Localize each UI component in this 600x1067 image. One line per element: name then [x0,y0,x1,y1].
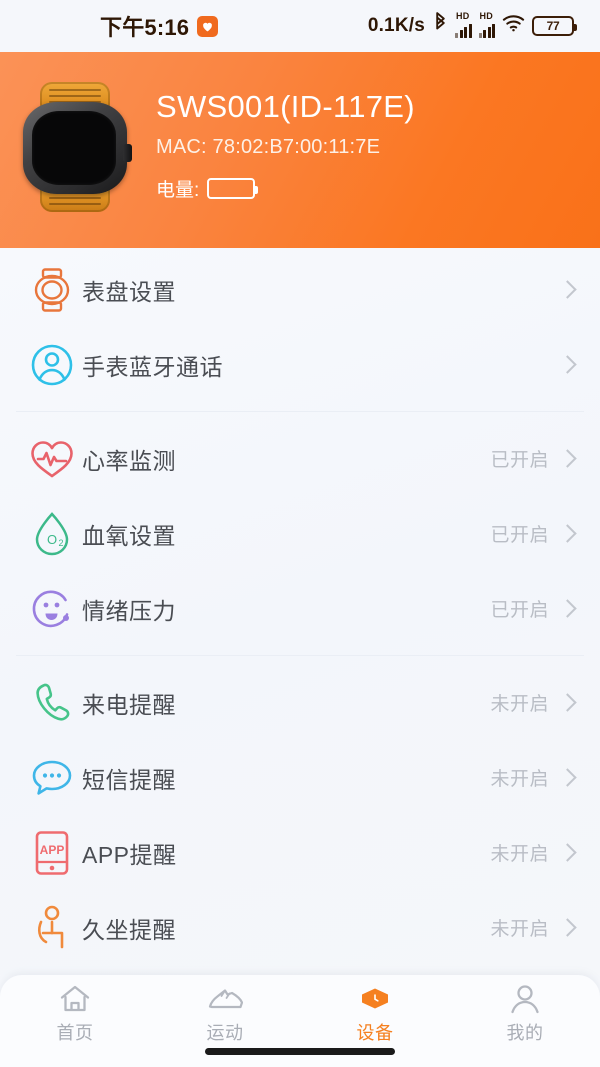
list-item-mood-stress[interactable]: 情绪压力 已开启 [0,571,600,646]
list-item-label: 来电提醒 [82,691,176,718]
list-item-state: 未开启 [490,769,549,790]
settings-list: 表盘设置 手表蓝牙通话 心率监测 已开启 O 2 血氧设置 已开启 情绪压力 已… [0,248,600,975]
svg-text:O: O [47,532,57,547]
list-item-label: 情绪压力 [82,597,176,624]
watch-crown-button [123,144,132,162]
chevron-right-icon [558,280,577,299]
running-shoe-icon [207,984,243,1014]
list-item-state: 已开启 [490,600,549,621]
sedentary-person-icon [22,905,82,951]
svg-text:2: 2 [58,538,63,548]
tab-label: 首页 [56,1023,94,1043]
sms-bubble-icon [22,757,82,799]
tab-profile[interactable]: 我的 [450,984,600,1045]
tab-label: 运动 [206,1023,244,1043]
list-item-label: 血氧设置 [82,522,176,549]
status-battery-icon: 77 [532,16,577,36]
heart-rate-icon [22,438,82,480]
status-bar: 下午5:16 0.1K/s HD HD 77 [0,0,600,52]
watch-device-icon [359,984,391,1014]
list-item-sedentary[interactable]: 久坐提醒 未开启 [0,890,600,965]
bluetooth-icon [433,12,448,40]
chevron-right-icon [558,843,577,862]
device-mac: MAC: 78:02:B7:00:11:7E [156,136,381,159]
signal-bars-1: HD [455,10,472,38]
list-item-watch-face[interactable]: 表盘设置 [0,252,600,327]
list-item-bluetooth-call[interactable]: 手表蓝牙通话 [0,327,600,402]
list-item-state: 已开启 [490,525,549,546]
svg-text:APP: APP [40,843,65,857]
chevron-right-icon [558,768,577,787]
group-divider [16,411,584,412]
home-indicator [205,1048,395,1055]
list-item-label: 手表蓝牙通话 [82,353,223,380]
heart-icon [197,15,219,37]
battery-percent: 77 [546,19,560,33]
status-bar-right: 0.1K/s HD HD 77 [367,10,577,40]
list-item-state: 未开启 [490,844,549,865]
list-item-state: 未开启 [490,694,549,715]
incoming-call-icon [22,681,82,725]
tab-exercise[interactable]: 运动 [150,984,300,1045]
list-item-state: 已开启 [490,450,549,471]
wifi-icon [502,14,525,38]
group-divider [16,655,584,656]
hd-label-2: HD [479,10,493,21]
app-screen: 下午5:16 0.1K/s HD HD 77 SWS001(ID-117E) M… [0,0,600,1067]
hd-label-1: HD [456,10,470,21]
signal-bars-2: HD [478,10,495,38]
device-info: SWS001(ID-117E) MAC: 78:02:B7:00:11:7E 电… [150,88,600,207]
watch-face-icon [22,267,82,312]
home-icon [59,984,91,1014]
network-speed: 0.1K/s [367,15,425,36]
tab-device[interactable]: 设备 [300,984,450,1045]
list-item-heart-rate[interactable]: 心率监测 已开启 [0,421,600,496]
bottom-tab-bar: 首页 运动 设备 我的 [0,975,600,1067]
list-item-label: APP提醒 [82,841,177,868]
device-battery-icon [207,178,259,200]
list-item-state: 未开启 [490,919,549,940]
device-name: SWS001(ID-117E) [156,88,415,124]
watch-case [23,102,132,194]
chevron-right-icon [558,449,577,468]
chevron-right-icon [558,355,577,374]
tab-home[interactable]: 首页 [0,984,150,1045]
list-item-label: 短信提醒 [82,766,176,793]
list-item-label: 久坐提醒 [82,916,176,943]
mood-stress-face-icon [22,587,82,631]
tab-label: 设备 [356,1023,394,1043]
list-item-label: 心率监测 [82,447,176,474]
watch-screen [32,111,116,185]
status-bar-left: 下午5:16 [100,10,219,42]
status-time: 下午5:16 [100,15,190,40]
app-notification-icon: APP [22,830,82,876]
device-battery-label: 电量: [156,180,200,202]
chevron-right-icon [558,524,577,543]
profile-person-icon [509,984,541,1014]
list-item-sms[interactable]: 短信提醒 未开启 [0,740,600,815]
device-battery-row: 电量: [156,175,600,202]
list-item-app-notification[interactable]: APP APP提醒 未开启 [0,815,600,890]
chevron-right-icon [558,599,577,618]
bluetooth-call-person-icon [22,343,82,387]
blood-oxygen-droplet-icon: O 2 [22,511,82,557]
device-header: SWS001(ID-117E) MAC: 78:02:B7:00:11:7E 电… [0,52,600,248]
list-item-incoming-call[interactable]: 来电提醒 未开启 [0,665,600,740]
chevron-right-icon [558,693,577,712]
list-item-label: 表盘设置 [82,278,176,305]
chevron-right-icon [558,918,577,937]
list-item-blood-oxygen[interactable]: O 2 血氧设置 已开启 [0,496,600,571]
smartwatch-image [0,82,150,212]
tab-label: 我的 [506,1023,544,1043]
